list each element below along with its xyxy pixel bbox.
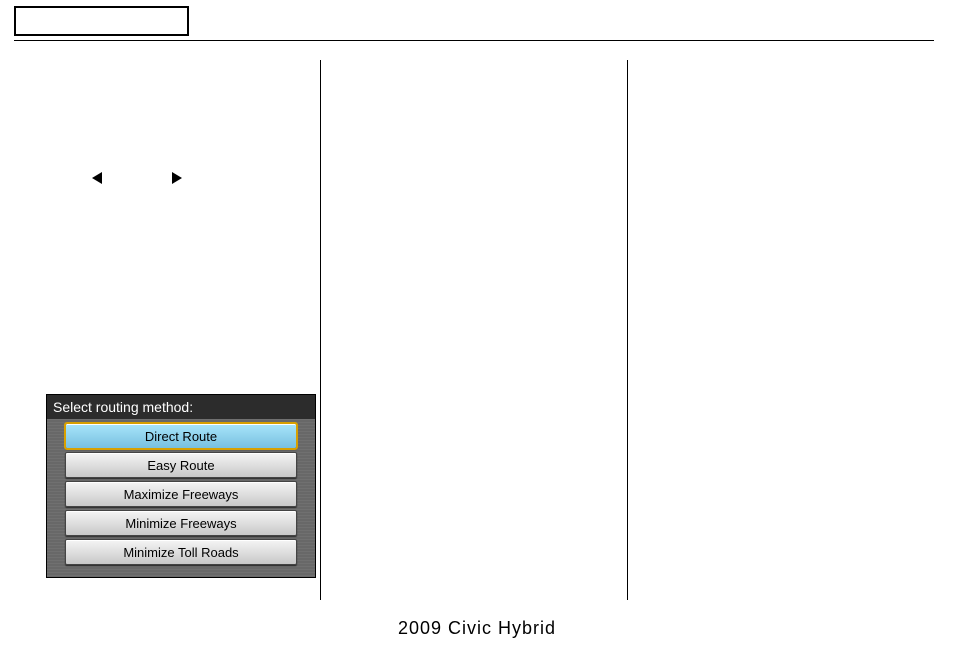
route-option-easy[interactable]: Easy Route bbox=[65, 452, 297, 478]
arrow-left-icon bbox=[92, 172, 102, 184]
route-option-label: Minimize Toll Roads bbox=[123, 545, 238, 560]
route-option-min-freeways[interactable]: Minimize Freeways bbox=[65, 510, 297, 536]
columns-container: Select routing method: Direct Route Easy… bbox=[14, 60, 934, 610]
column-1: Select routing method: Direct Route Easy… bbox=[14, 60, 320, 610]
header-divider bbox=[14, 40, 934, 41]
screenshot-title: Select routing method: bbox=[47, 395, 315, 419]
column-3 bbox=[628, 60, 934, 610]
footer-text: 2009 Civic Hybrid bbox=[0, 618, 954, 639]
route-method-list: Direct Route Easy Route Maximize Freeway… bbox=[47, 419, 315, 577]
route-option-label: Easy Route bbox=[147, 458, 214, 473]
header-button-box[interactable] bbox=[14, 6, 189, 36]
route-option-label: Maximize Freeways bbox=[124, 487, 239, 502]
arrow-right-icon bbox=[172, 172, 182, 184]
navigation-screenshot: Select routing method: Direct Route Easy… bbox=[46, 394, 316, 578]
column-2 bbox=[321, 60, 627, 610]
route-option-label: Minimize Freeways bbox=[125, 516, 236, 531]
route-option-label: Direct Route bbox=[145, 429, 217, 444]
route-option-max-freeways[interactable]: Maximize Freeways bbox=[65, 481, 297, 507]
route-option-min-tolls[interactable]: Minimize Toll Roads bbox=[65, 539, 297, 565]
route-option-direct[interactable]: Direct Route bbox=[65, 423, 297, 449]
